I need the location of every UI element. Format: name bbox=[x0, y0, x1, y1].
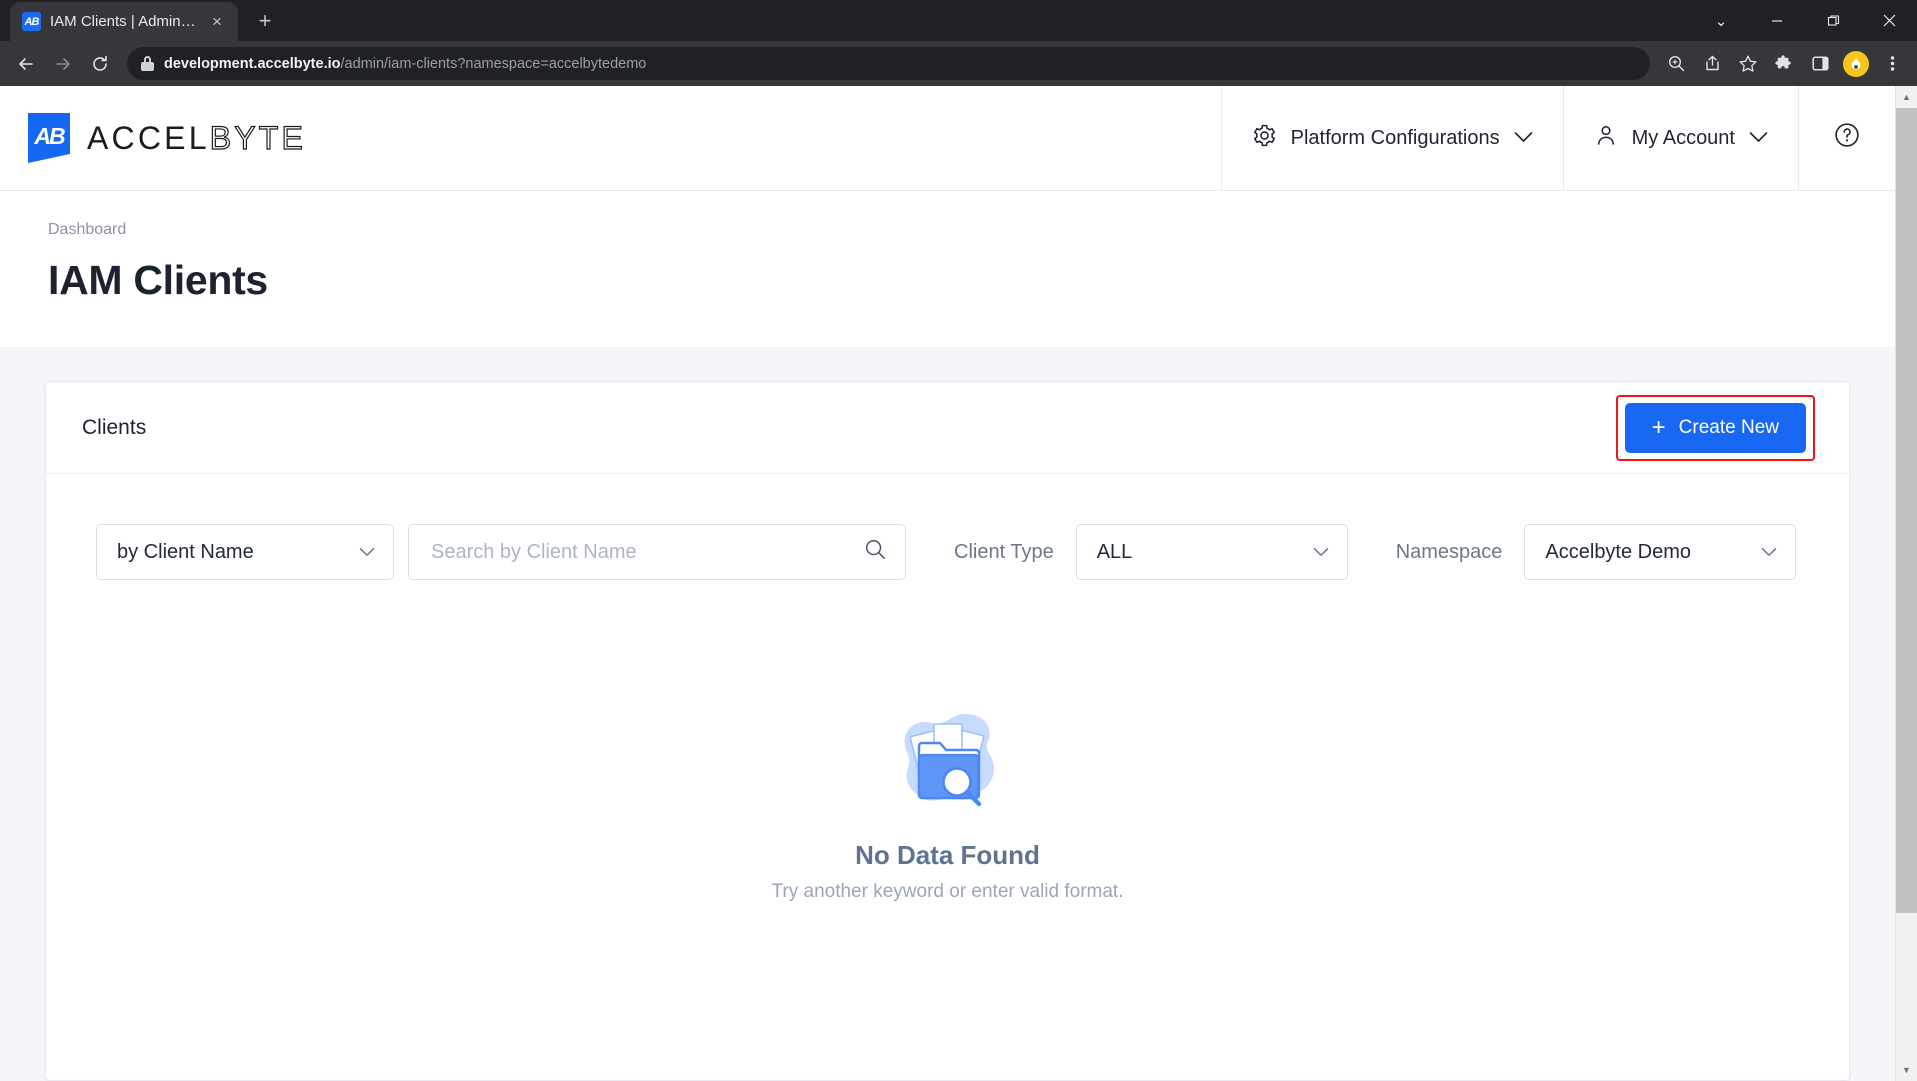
namespace-label: Namespace bbox=[1395, 540, 1503, 563]
brand-wordmark: ACCEL BYTE bbox=[87, 119, 307, 157]
tab-search-icon[interactable]: ⌄ bbox=[1693, 0, 1749, 41]
browser-tab[interactable]: AB IAM Clients | Admin Portal × bbox=[10, 2, 238, 41]
chevron-down-icon bbox=[1761, 544, 1777, 561]
client-type-value: ALL bbox=[1096, 540, 1133, 563]
brand-monogram: AB bbox=[34, 122, 65, 149]
search-input[interactable]: Search by Client Name bbox=[431, 541, 637, 564]
browser-toolbar: development.accelbyte.io/admin/iam-clien… bbox=[0, 41, 1917, 86]
zoom-icon[interactable] bbox=[1659, 47, 1693, 81]
browser-window: AB IAM Clients | Admin Portal × + ⌄ bbox=[0, 0, 1917, 1081]
my-account-label: My Account bbox=[1631, 126, 1735, 149]
clients-card: Clients + Create New by Client Name Sear… bbox=[45, 381, 1850, 1081]
folder-search-empty-icon bbox=[878, 698, 1018, 818]
gear-icon bbox=[1252, 123, 1277, 154]
forward-icon[interactable] bbox=[45, 46, 81, 82]
brand-logo[interactable]: AB ACCEL BYTE bbox=[0, 86, 1221, 190]
profile-avatar-icon[interactable] bbox=[1839, 47, 1873, 81]
help-circle-icon bbox=[1833, 121, 1861, 155]
url-path: /admin/iam-clients?namespace=accelbytede… bbox=[340, 55, 647, 72]
lock-icon bbox=[141, 56, 154, 71]
address-bar[interactable]: development.accelbyte.io/admin/iam-clien… bbox=[127, 47, 1650, 80]
window-controls: ⌄ bbox=[1693, 0, 1917, 41]
toolbar-icons bbox=[1659, 47, 1909, 81]
user-icon bbox=[1594, 123, 1618, 153]
create-new-button[interactable]: + Create New bbox=[1624, 402, 1806, 453]
share-icon[interactable] bbox=[1695, 47, 1729, 81]
scroll-up-icon[interactable]: ▲ bbox=[1896, 86, 1917, 108]
chevron-down-icon bbox=[359, 544, 375, 561]
namespace-value: Accelbyte Demo bbox=[1545, 540, 1692, 563]
page-title: IAM Clients bbox=[0, 239, 1895, 304]
app-header: AB ACCEL BYTE Platform Configurations My… bbox=[0, 86, 1895, 191]
extensions-puzzle-icon[interactable] bbox=[1767, 47, 1801, 81]
scroll-down-icon[interactable]: ▼ bbox=[1896, 1059, 1917, 1081]
tab-title: IAM Clients | Admin Portal bbox=[50, 13, 197, 30]
empty-state-subtitle: Try another keyword or enter valid forma… bbox=[771, 880, 1124, 902]
search-by-select[interactable]: by Client Name bbox=[96, 524, 394, 580]
minimize-icon[interactable] bbox=[1749, 0, 1805, 41]
chevron-down-icon bbox=[1313, 544, 1329, 561]
url-host: development.accelbyte.io bbox=[164, 55, 341, 72]
web-page: AB ACCEL BYTE Platform Configurations My… bbox=[0, 86, 1895, 1081]
page-viewport: AB ACCEL BYTE Platform Configurations My… bbox=[0, 86, 1917, 1081]
breadcrumb-dashboard[interactable]: Dashboard bbox=[48, 221, 126, 238]
create-new-highlight: + Create New bbox=[1615, 394, 1815, 461]
search-input-wrapper[interactable]: Search by Client Name bbox=[408, 524, 906, 580]
back-icon[interactable] bbox=[8, 46, 44, 82]
plus-icon: + bbox=[1651, 413, 1666, 441]
scrollbar-track[interactable] bbox=[1895, 108, 1917, 1059]
platform-configurations-menu[interactable]: Platform Configurations bbox=[1220, 86, 1563, 190]
client-type-select[interactable]: ALL bbox=[1075, 524, 1348, 580]
chrome-menu-icon[interactable] bbox=[1875, 47, 1909, 81]
side-panel-icon[interactable] bbox=[1803, 47, 1837, 81]
search-by-value: by Client Name bbox=[117, 540, 254, 563]
page-scrollbar[interactable]: ▲ ▼ bbox=[1895, 86, 1917, 1081]
namespace-select[interactable]: Accelbyte Demo bbox=[1524, 524, 1797, 580]
accelbyte-favicon: AB bbox=[22, 12, 41, 31]
brand-wordmark-outline: BYTE bbox=[209, 119, 307, 156]
create-new-label: Create New bbox=[1678, 416, 1779, 438]
client-type-label: Client Type bbox=[954, 540, 1054, 563]
chevron-down-icon bbox=[1514, 130, 1533, 147]
maximize-restore-icon[interactable] bbox=[1805, 0, 1861, 41]
url-text: development.accelbyte.io/admin/iam-clien… bbox=[164, 56, 646, 72]
chevron-down-icon bbox=[1749, 130, 1768, 147]
platform-configurations-label: Platform Configurations bbox=[1290, 126, 1500, 149]
breadcrumb: Dashboard bbox=[0, 191, 1895, 239]
brand-wordmark-solid: ACCEL bbox=[87, 119, 210, 156]
page-content: Clients + Create New by Client Name Sear… bbox=[0, 347, 1895, 1081]
empty-state: No Data Found Try another keyword or ent… bbox=[46, 580, 1849, 1080]
help-button[interactable] bbox=[1798, 86, 1895, 190]
card-title: Clients bbox=[82, 415, 147, 439]
reload-icon[interactable] bbox=[82, 46, 118, 82]
filter-bar: by Client Name Search by Client Name Cli… bbox=[46, 474, 1849, 580]
close-icon[interactable]: × bbox=[206, 11, 228, 33]
bookmark-star-icon[interactable] bbox=[1731, 47, 1765, 81]
card-header: Clients + Create New bbox=[46, 382, 1849, 474]
search-icon[interactable] bbox=[864, 538, 887, 566]
tab-strip: AB IAM Clients | Admin Portal × + ⌄ bbox=[0, 0, 1917, 41]
new-tab-button[interactable]: + bbox=[248, 4, 282, 38]
accelbyte-logo-icon: AB bbox=[28, 113, 70, 163]
scrollbar-thumb[interactable] bbox=[1895, 108, 1917, 913]
close-window-icon[interactable] bbox=[1861, 0, 1917, 41]
title-spacer bbox=[0, 304, 1895, 347]
empty-state-title: No Data Found bbox=[855, 839, 1040, 870]
my-account-menu[interactable]: My Account bbox=[1562, 86, 1798, 190]
